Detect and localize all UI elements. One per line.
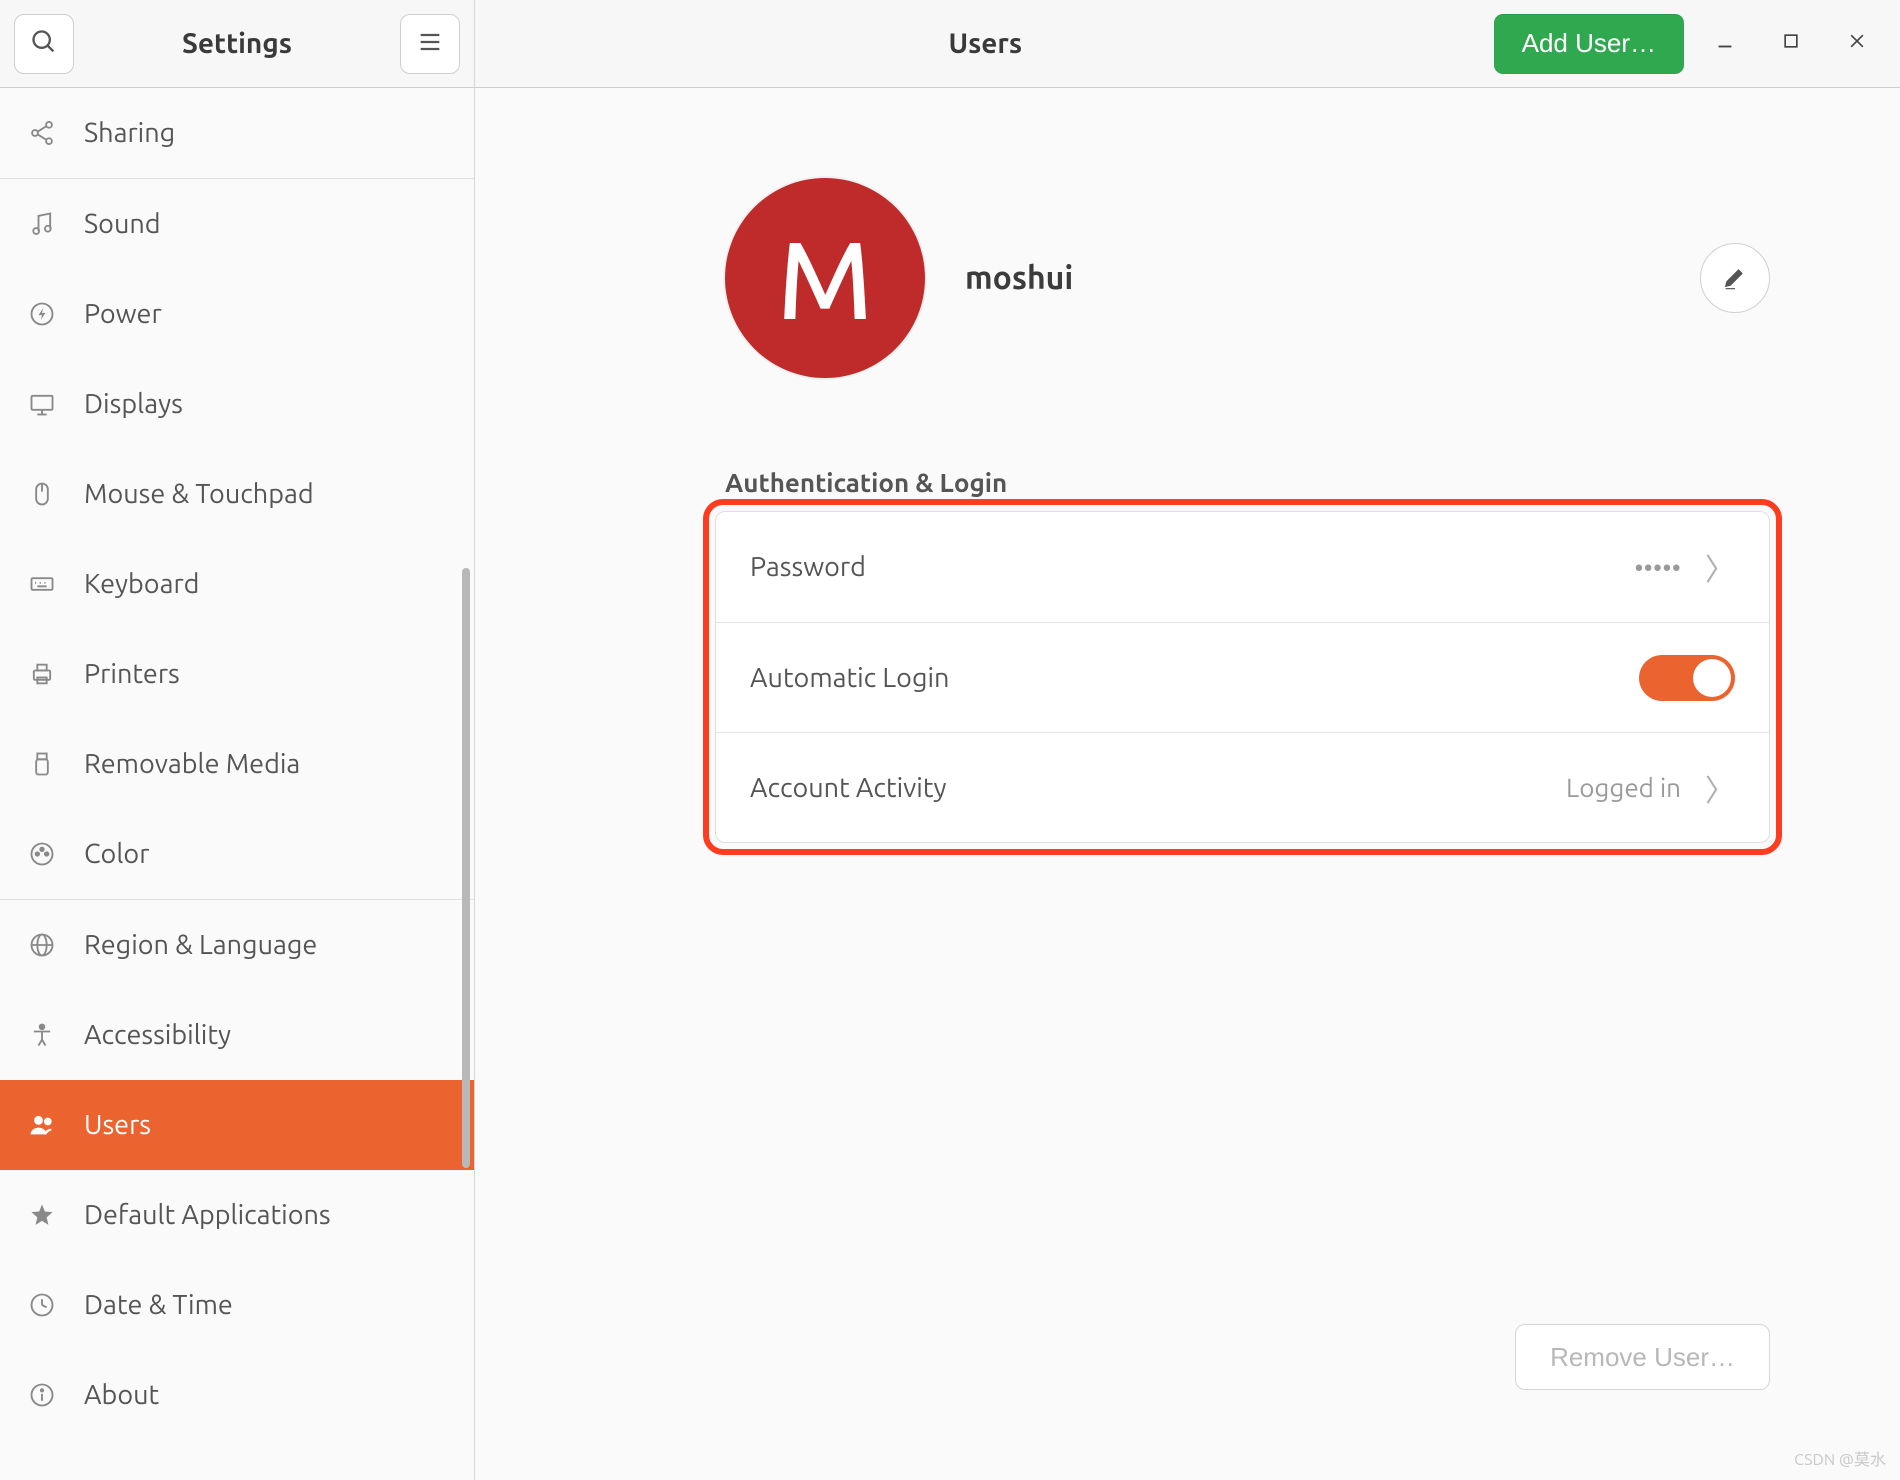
sidebar-scrollbar[interactable] xyxy=(462,568,470,1168)
automatic-login-row: Automatic Login xyxy=(716,622,1769,732)
add-user-button[interactable]: Add User… xyxy=(1494,14,1684,74)
sidebar-item-mouse-touchpad[interactable]: Mouse & Touchpad xyxy=(0,449,474,539)
avatar[interactable]: M xyxy=(725,178,925,378)
sidebar-item-label: Date & Time xyxy=(84,1290,233,1320)
sidebar-item-date-time[interactable]: Date & Time xyxy=(0,1260,474,1350)
printer-icon xyxy=(26,658,58,690)
chevron-right-icon: 〉 xyxy=(1705,545,1735,589)
sidebar-item-label: Power xyxy=(84,299,162,329)
sidebar-item-label: Printers xyxy=(84,659,180,689)
sidebar-item-label: Mouse & Touchpad xyxy=(84,479,314,509)
window-close-button[interactable] xyxy=(1832,19,1882,69)
pencil-icon xyxy=(1721,263,1749,294)
sidebar-item-color[interactable]: Color xyxy=(0,809,474,899)
sidebar-item-about[interactable]: About xyxy=(0,1350,474,1440)
account-activity-row[interactable]: Account Activity Logged in 〉 xyxy=(716,732,1769,842)
music-note-icon xyxy=(26,208,58,240)
chevron-right-icon: 〉 xyxy=(1705,766,1735,810)
sidebar-item-sharing[interactable]: Sharing xyxy=(0,88,474,178)
automatic-login-label: Automatic Login xyxy=(750,663,1639,693)
page-title: Users xyxy=(493,28,1478,59)
sidebar-item-users[interactable]: Users xyxy=(0,1080,474,1170)
share-icon xyxy=(26,117,58,149)
search-icon xyxy=(30,28,58,59)
sidebar-item-printers[interactable]: Printers xyxy=(0,629,474,719)
sidebar-item-label: Displays xyxy=(84,389,183,419)
sidebar-item-label: Sharing xyxy=(84,118,175,148)
edit-user-button[interactable] xyxy=(1700,243,1770,313)
search-button[interactable] xyxy=(14,14,74,74)
star-icon xyxy=(26,1199,58,1231)
user-name: moshui xyxy=(965,260,1073,296)
hamburger-icon xyxy=(416,28,444,59)
sidebar-item-sound[interactable]: Sound xyxy=(0,179,474,269)
usb-icon xyxy=(26,748,58,780)
sidebar-item-label: Sound xyxy=(84,209,161,239)
window-maximize-button[interactable] xyxy=(1766,19,1816,69)
watermark: CSDN @莫水 xyxy=(1794,1446,1886,1470)
clock-icon xyxy=(26,1289,58,1321)
displays-icon xyxy=(26,388,58,420)
password-row[interactable]: Password ••••• 〉 xyxy=(716,512,1769,622)
sidebar-item-label: Keyboard xyxy=(84,569,199,599)
info-icon xyxy=(26,1379,58,1411)
sidebar-scroll[interactable]: Sharing Sound Power Displays Mo xyxy=(0,88,474,1480)
sidebar-item-label: Accessibility xyxy=(84,1020,231,1050)
hamburger-button[interactable] xyxy=(400,14,460,74)
sidebar-item-removable-media[interactable]: Removable Media xyxy=(0,719,474,809)
account-activity-label: Account Activity xyxy=(750,773,1566,803)
sidebar-item-label: About xyxy=(84,1380,159,1410)
user-header: M moshui xyxy=(725,178,1780,378)
settings-title: Settings xyxy=(88,28,386,59)
users-icon xyxy=(26,1109,58,1141)
minimize-icon xyxy=(1714,30,1736,57)
keyboard-icon xyxy=(26,568,58,600)
titlebar-right: Users Add User… xyxy=(475,0,1900,87)
close-icon xyxy=(1847,31,1867,56)
sidebar-item-accessibility[interactable]: Accessibility xyxy=(0,990,474,1080)
sidebar-item-displays[interactable]: Displays xyxy=(0,359,474,449)
sidebar-item-label: Color xyxy=(84,839,149,869)
accessibility-icon xyxy=(26,1019,58,1051)
titlebar-left: Settings xyxy=(0,0,475,87)
globe-icon xyxy=(26,929,58,961)
sidebar-item-label: Removable Media xyxy=(84,749,300,779)
sidebar-item-default-applications[interactable]: Default Applications xyxy=(0,1170,474,1260)
password-label: Password xyxy=(750,552,1634,582)
sidebar-item-keyboard[interactable]: Keyboard xyxy=(0,539,474,629)
sidebar-item-power[interactable]: Power xyxy=(0,269,474,359)
titlebar: Settings Users Add User… xyxy=(0,0,1900,88)
sidebar-item-label: Region & Language xyxy=(84,930,317,960)
sidebar-item-label: Default Applications xyxy=(84,1200,331,1230)
automatic-login-toggle[interactable] xyxy=(1639,655,1735,701)
auth-box: Password ••••• 〉 Automatic Login Account… xyxy=(715,511,1770,843)
password-value: ••••• xyxy=(1634,553,1681,582)
main-content: M moshui Authentication & Login Password… xyxy=(475,88,1900,1480)
remove-user-button[interactable]: Remove User… xyxy=(1515,1324,1770,1390)
settings-window: Settings Users Add User… xyxy=(0,0,1900,1480)
color-icon xyxy=(26,838,58,870)
mouse-icon xyxy=(26,478,58,510)
window-minimize-button[interactable] xyxy=(1700,19,1750,69)
auth-box-wrap: Password ••••• 〉 Automatic Login Account… xyxy=(715,511,1770,843)
auth-section-title: Authentication & Login xyxy=(725,468,1780,497)
power-icon xyxy=(26,298,58,330)
body: Sharing Sound Power Displays Mo xyxy=(0,88,1900,1480)
sidebar-item-label: Users xyxy=(84,1110,151,1140)
sidebar-item-region-language[interactable]: Region & Language xyxy=(0,900,474,990)
account-activity-value: Logged in xyxy=(1566,773,1681,802)
sidebar: Sharing Sound Power Displays Mo xyxy=(0,88,475,1480)
maximize-icon xyxy=(1781,31,1801,56)
